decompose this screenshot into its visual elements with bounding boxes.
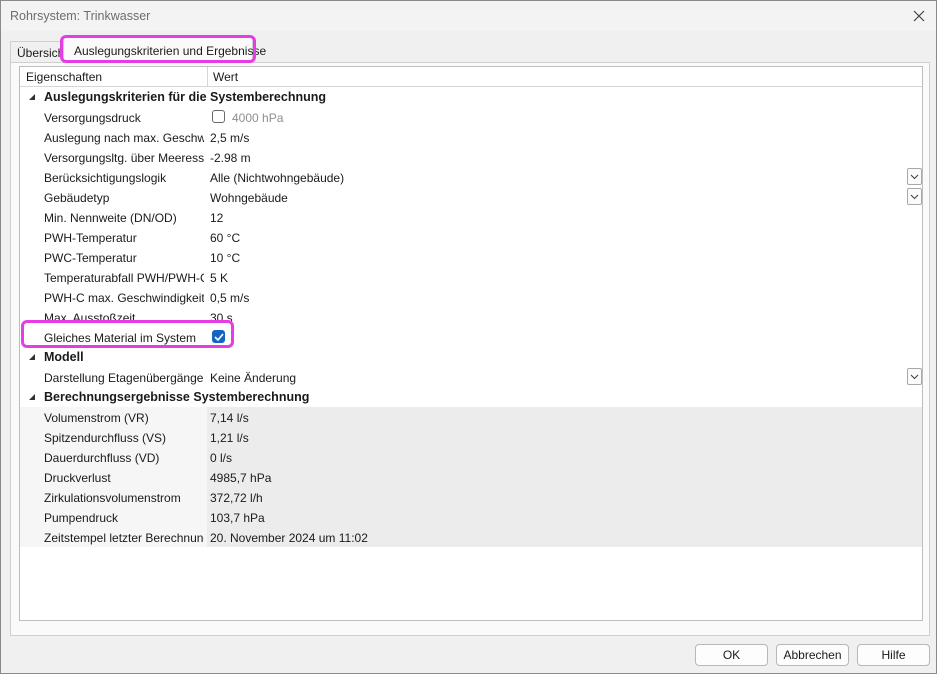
property-grid: Eigenschaften Wert Auslegungskriterien f…: [19, 66, 923, 621]
tab-overview[interactable]: Übersicht: [10, 41, 70, 63]
property-name: Gebäudetyp: [44, 191, 110, 205]
category-label: Modell: [44, 350, 84, 364]
chevron-down-icon: [910, 374, 919, 380]
property-name: Auslegung nach max. Geschwi...: [44, 131, 204, 145]
property-name: Spitzendurchfluss (VS): [44, 431, 167, 445]
title-bar: Rohrsystem: Trinkwasser: [1, 1, 936, 31]
tab-panel: Eigenschaften Wert Auslegungskriterien f…: [10, 62, 930, 636]
property-row[interactable]: Versorgungsltg. über Meeresspi... -2.98 m: [20, 147, 922, 167]
property-row[interactable]: PWC-Temperatur 10 °C: [20, 247, 922, 267]
column-header-value[interactable]: Wert: [213, 70, 238, 84]
dropdown-button[interactable]: [907, 168, 922, 185]
property-row[interactable]: Spitzendurchfluss (VS) 1,21 l/s: [20, 427, 922, 447]
tab-design-results[interactable]: Auslegungskriterien und Ergebnisse: [63, 36, 266, 63]
property-row[interactable]: Berücksichtigungslogik Alle (Nichtwohngeb…: [20, 167, 922, 187]
cancel-button[interactable]: Abbrechen: [776, 644, 849, 666]
close-icon: [913, 10, 925, 22]
property-row[interactable]: Pumpendruck 103,7 hPa: [20, 507, 922, 527]
close-button[interactable]: [908, 5, 930, 27]
property-name: Dauerdurchfluss (VD): [44, 451, 160, 465]
property-value: 4000 hPa: [232, 111, 284, 125]
property-value[interactable]: Wohngebäude: [210, 191, 288, 205]
property-row[interactable]: Gleiches Material im System: [20, 327, 922, 347]
property-value[interactable]: -2.98 m: [210, 151, 251, 165]
property-row[interactable]: Auslegung nach max. Geschwi... 2,5 m/s: [20, 127, 922, 147]
category-model[interactable]: Modell: [20, 347, 922, 367]
property-value[interactable]: Keine Änderung: [210, 371, 296, 385]
dropdown-button[interactable]: [907, 188, 922, 205]
property-name: Zirkulationsvolumenstrom: [44, 491, 181, 505]
property-value[interactable]: Alle (Nichtwohngebäude): [210, 171, 344, 185]
supply-pressure-checkbox[interactable]: [212, 110, 225, 123]
property-row[interactable]: Min. Nennweite (DN/OD) 12: [20, 207, 922, 227]
property-value: 372,72 l/h: [210, 491, 263, 505]
chevron-down-icon: [910, 194, 919, 200]
property-name: Min. Nennweite (DN/OD): [44, 211, 177, 225]
property-name: Gleiches Material im System: [44, 331, 197, 345]
dialog-window: Rohrsystem: Trinkwasser Übersicht Eigens…: [0, 0, 937, 674]
property-name: Versorgungsdruck: [44, 111, 141, 125]
property-row[interactable]: Darstellung Etagenübergänge Keine Änderun…: [20, 367, 922, 387]
check-icon: [214, 333, 224, 341]
property-name: PWH-C max. Geschwindigkeit: [44, 291, 204, 305]
property-value[interactable]: 5 K: [210, 271, 228, 285]
property-name: PWC-Temperatur: [44, 251, 137, 265]
chevron-down-icon: [910, 174, 919, 180]
column-divider[interactable]: [207, 67, 208, 87]
category-design-criteria[interactable]: Auslegungskriterien für die Systemberech…: [20, 87, 922, 107]
property-name: Versorgungsltg. über Meeresspi...: [44, 151, 204, 165]
property-value[interactable]: 2,5 m/s: [210, 131, 249, 145]
property-value[interactable]: 60 °C: [210, 231, 240, 245]
property-row[interactable]: Volumenstrom (VR) 7,14 l/s: [20, 407, 922, 427]
property-name: Druckverlust: [44, 471, 111, 485]
property-row[interactable]: Zeitstempel letzter Berechnung 20. Novemb…: [20, 527, 922, 547]
property-row[interactable]: PWH-C max. Geschwindigkeit 0,5 m/s: [20, 287, 922, 307]
property-value: 7,14 l/s: [210, 411, 249, 425]
property-name: Pumpendruck: [44, 511, 119, 525]
property-value: 0 l/s: [210, 451, 233, 465]
property-row[interactable]: PWH-Temperatur 60 °C: [20, 227, 922, 247]
property-value: 4985,7 hPa: [210, 471, 272, 485]
column-header-properties[interactable]: Eigenschaften: [26, 70, 102, 84]
property-name: Volumenstrom (VR): [44, 411, 149, 425]
property-value[interactable]: 0,5 m/s: [210, 291, 249, 305]
property-row[interactable]: Gebäudetyp Wohngebäude: [20, 187, 922, 207]
property-row[interactable]: Zirkulationsvolumenstrom 372,72 l/h: [20, 487, 922, 507]
collapse-caret-icon[interactable]: [27, 352, 37, 362]
property-name: Darstellung Etagenübergänge: [44, 371, 204, 385]
property-value: 1,21 l/s: [210, 431, 249, 445]
collapse-caret-icon[interactable]: [27, 92, 37, 102]
help-button[interactable]: Hilfe: [857, 644, 930, 666]
property-value: 103,7 hPa: [210, 511, 265, 525]
category-label: Berechnungsergebnisse Systemberechnung: [44, 390, 310, 404]
property-name: Zeitstempel letzter Berechnung: [44, 531, 204, 545]
category-label: Auslegungskriterien für die Systemberech…: [44, 90, 327, 104]
same-material-checkbox[interactable]: [212, 330, 225, 343]
property-name: Berücksichtigungslogik: [44, 171, 167, 185]
property-name: Max. Ausstoßzeit: [44, 311, 136, 325]
property-value[interactable]: 10 °C: [210, 251, 240, 265]
collapse-caret-icon[interactable]: [27, 392, 37, 402]
grid-header: Eigenschaften Wert: [20, 67, 922, 87]
property-row[interactable]: Dauerdurchfluss (VD) 0 l/s: [20, 447, 922, 467]
property-row[interactable]: Druckverlust 4985,7 hPa: [20, 467, 922, 487]
window-title: Rohrsystem: Trinkwasser: [10, 9, 151, 23]
property-value: 20. November 2024 um 11:02: [210, 531, 368, 545]
ok-button[interactable]: OK: [695, 644, 768, 666]
property-value[interactable]: 30 s: [210, 311, 233, 325]
property-row[interactable]: Max. Ausstoßzeit 30 s: [20, 307, 922, 327]
category-results[interactable]: Berechnungsergebnisse Systemberechnung: [20, 387, 922, 407]
dropdown-button[interactable]: [907, 368, 922, 385]
property-row[interactable]: Temperaturabfall PWH/PWH-C 5 K: [20, 267, 922, 287]
property-name: PWH-Temperatur: [44, 231, 137, 245]
property-value[interactable]: 12: [210, 211, 223, 225]
property-name: Temperaturabfall PWH/PWH-C: [44, 271, 204, 285]
property-row[interactable]: Versorgungsdruck 4000 hPa: [20, 107, 922, 127]
